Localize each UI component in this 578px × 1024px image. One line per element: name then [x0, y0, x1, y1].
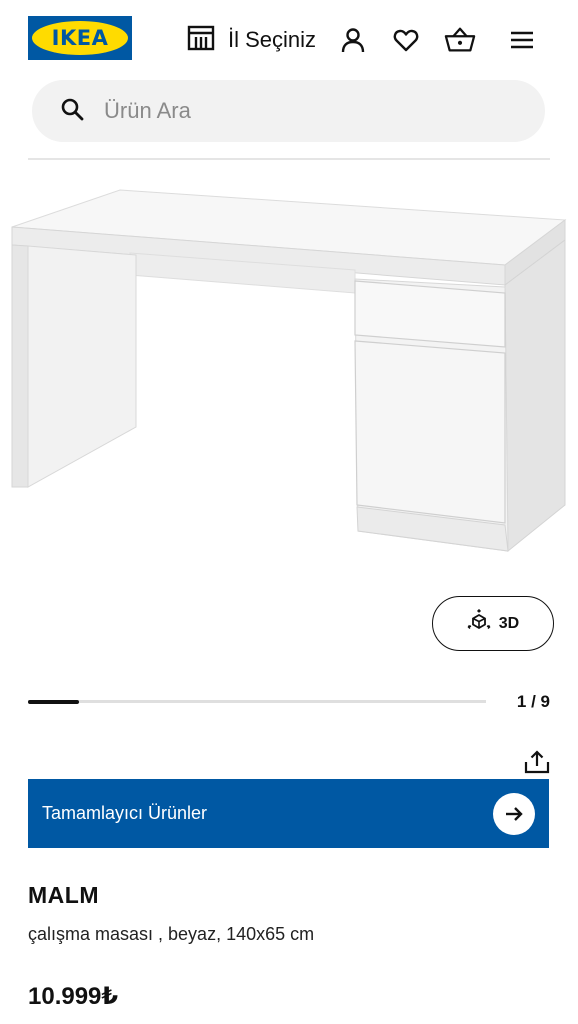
- heart-icon[interactable]: [390, 24, 422, 56]
- cube-3d-icon: [467, 608, 491, 638]
- ikea-logo[interactable]: IKEA: [28, 16, 132, 60]
- view-3d-button[interactable]: 3D: [432, 596, 554, 651]
- search-bar[interactable]: [32, 80, 545, 142]
- header: IKEA İl Seçiniz: [0, 0, 578, 80]
- logo-oval: IKEA: [32, 21, 128, 55]
- share-icon[interactable]: [522, 747, 552, 777]
- gallery-progress-fill: [28, 699, 79, 704]
- complementary-products-label: Tamamlayıcı Ürünler: [42, 803, 208, 823]
- gallery-counter: 1 / 9: [516, 692, 550, 711]
- product-price: 10.999₺: [28, 983, 119, 1010]
- basket-icon[interactable]: [444, 24, 476, 56]
- view-3d-label: 3D: [498, 614, 520, 632]
- gallery-progress: [28, 699, 486, 704]
- search-icon: [60, 97, 84, 126]
- store-icon: [186, 23, 216, 58]
- menu-icon[interactable]: [506, 24, 538, 56]
- product-image[interactable]: [0, 175, 578, 575]
- complementary-products-banner[interactable]: Tamamlayıcı Ürünler: [28, 779, 549, 848]
- logo-text: IKEA: [51, 26, 109, 50]
- store-selector[interactable]: İl Seçiniz: [186, 24, 316, 56]
- arrow-right-icon[interactable]: [493, 792, 535, 835]
- search-input[interactable]: [104, 98, 484, 124]
- store-label: İl Seçiniz: [228, 27, 317, 52]
- account-icon[interactable]: [337, 24, 369, 56]
- product-name: MALM: [28, 882, 99, 908]
- product-description: çalışma masası , beyaz, 140x65 cm: [28, 924, 315, 944]
- header-divider: [28, 158, 550, 160]
